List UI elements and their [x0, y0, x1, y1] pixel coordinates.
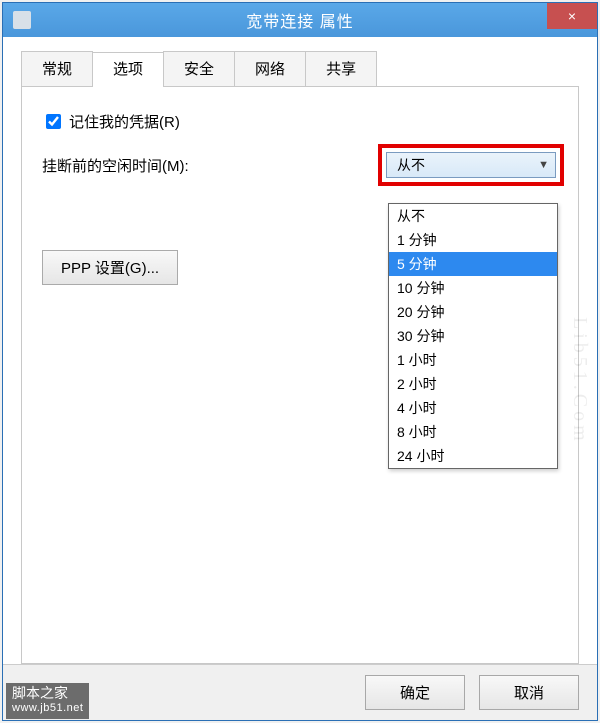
tab-options[interactable]: 选项	[92, 52, 164, 87]
app-icon	[13, 11, 31, 29]
dialog-footer: 确定 取消	[3, 664, 597, 720]
remember-credentials-row: 记住我的凭据(R)	[42, 111, 558, 132]
idle-option-30min[interactable]: 30 分钟	[389, 324, 557, 348]
remember-credentials-label: 记住我的凭据(R)	[69, 111, 180, 132]
idle-time-selected-value: 从不	[397, 155, 425, 175]
idle-option-24hr[interactable]: 24 小时	[389, 444, 557, 468]
idle-option-4hr[interactable]: 4 小时	[389, 396, 557, 420]
properties-dialog: 宽带连接 属性 × 常规 选项 安全 网络 共享 记住我的凭据(R) 挂断前的空…	[2, 2, 598, 721]
ppp-settings-button[interactable]: PPP 设置(G)...	[42, 250, 178, 285]
idle-time-row: 挂断前的空闲时间(M): 从不 ▼	[42, 144, 558, 186]
window-title: 宽带连接 属性	[3, 3, 597, 37]
window-close-button[interactable]: ×	[547, 3, 597, 29]
close-icon: ×	[568, 9, 576, 23]
idle-option-1min[interactable]: 1 分钟	[389, 228, 557, 252]
tab-strip: 常规 选项 安全 网络 共享	[21, 51, 579, 87]
idle-option-8hr[interactable]: 8 小时	[389, 420, 557, 444]
tab-general[interactable]: 常规	[21, 51, 93, 86]
remember-credentials-checkbox[interactable]	[46, 114, 61, 129]
idle-time-combobox[interactable]: 从不 ▼	[386, 152, 556, 178]
tab-security[interactable]: 安全	[163, 51, 235, 86]
idle-option-20min[interactable]: 20 分钟	[389, 300, 557, 324]
highlight-annotation: 从不 ▼	[378, 144, 564, 186]
tab-panel-options: 记住我的凭据(R) 挂断前的空闲时间(M): 从不 ▼ 从不 1 分钟 5 分钟…	[21, 87, 579, 664]
ok-button[interactable]: 确定	[365, 675, 465, 710]
chevron-down-icon: ▼	[538, 159, 549, 171]
idle-option-never[interactable]: 从不	[389, 204, 557, 228]
tab-network[interactable]: 网络	[234, 51, 306, 86]
idle-option-2hr[interactable]: 2 小时	[389, 372, 557, 396]
idle-option-1hr[interactable]: 1 小时	[389, 348, 557, 372]
idle-option-5min[interactable]: 5 分钟	[389, 252, 557, 276]
idle-time-dropdown-list: 从不 1 分钟 5 分钟 10 分钟 20 分钟 30 分钟 1 小时 2 小时…	[388, 203, 558, 469]
idle-option-10min[interactable]: 10 分钟	[389, 276, 557, 300]
cancel-button[interactable]: 取消	[479, 675, 579, 710]
idle-time-label: 挂断前的空闲时间(M):	[42, 155, 378, 176]
tab-sharing[interactable]: 共享	[305, 51, 377, 86]
client-area: 常规 选项 安全 网络 共享 记住我的凭据(R) 挂断前的空闲时间(M): 从不…	[3, 37, 597, 664]
titlebar: 宽带连接 属性 ×	[3, 3, 597, 37]
